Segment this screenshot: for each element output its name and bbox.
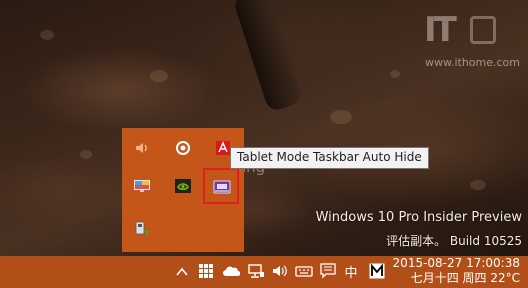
watermark-url: www.ithome.com <box>424 56 520 69</box>
wallpaper-speck <box>150 70 168 82</box>
wallpaper-branch <box>232 0 304 113</box>
show-hidden-icons-chevron-icon[interactable] <box>174 264 190 280</box>
ithome-logo-glyph <box>470 16 496 44</box>
circle-app-icon[interactable] <box>173 138 193 158</box>
display-icon[interactable] <box>132 176 152 196</box>
tablet-mode-highlight-box <box>203 168 239 204</box>
nvidia-icon[interactable] <box>173 176 193 196</box>
build-edition-text: Windows 10 Pro Insider Preview <box>315 210 522 225</box>
onedrive-cloud-icon[interactable] <box>221 262 241 280</box>
ime-m-icon[interactable] <box>368 262 386 280</box>
app-grid-icon[interactable] <box>197 262 215 280</box>
taskbar: 中 2015-08-27 17:00:38 七月十四 周四 22°C <box>0 256 528 288</box>
desktop-wallpaper: IT www.ithome.com ing Windows 10 Pro Ins… <box>0 0 528 256</box>
volume-icon[interactable] <box>132 138 152 158</box>
notification-overflow-flyout <box>122 128 244 252</box>
wallpaper-speck <box>80 150 92 159</box>
input-keyboard-icon[interactable] <box>294 262 314 280</box>
speaker-icon[interactable] <box>270 262 290 280</box>
tray-tooltip: Tablet Mode Taskbar Auto Hide <box>230 147 429 169</box>
wallpaper-speck <box>390 70 400 78</box>
ithome-logo: IT <box>424 12 500 48</box>
taskbar-clock[interactable]: 2015-08-27 17:00:38 七月十四 周四 22°C <box>390 256 520 286</box>
clock-lunar-weather: 七月十四 周四 22°C <box>410 271 520 285</box>
wallpaper-speck <box>330 110 352 124</box>
network-icon[interactable] <box>246 262 266 280</box>
build-number-text: 评估副本。 Build 10525 <box>386 234 522 248</box>
clock-date-time: 2015-08-27 17:00:38 <box>392 256 520 270</box>
action-center-icon[interactable] <box>318 262 338 280</box>
safely-remove-icon[interactable] <box>132 219 152 239</box>
ime-language-indicator[interactable]: 中 <box>342 262 360 281</box>
wallpaper-speck <box>40 30 54 40</box>
wallpaper-speck <box>470 180 486 190</box>
